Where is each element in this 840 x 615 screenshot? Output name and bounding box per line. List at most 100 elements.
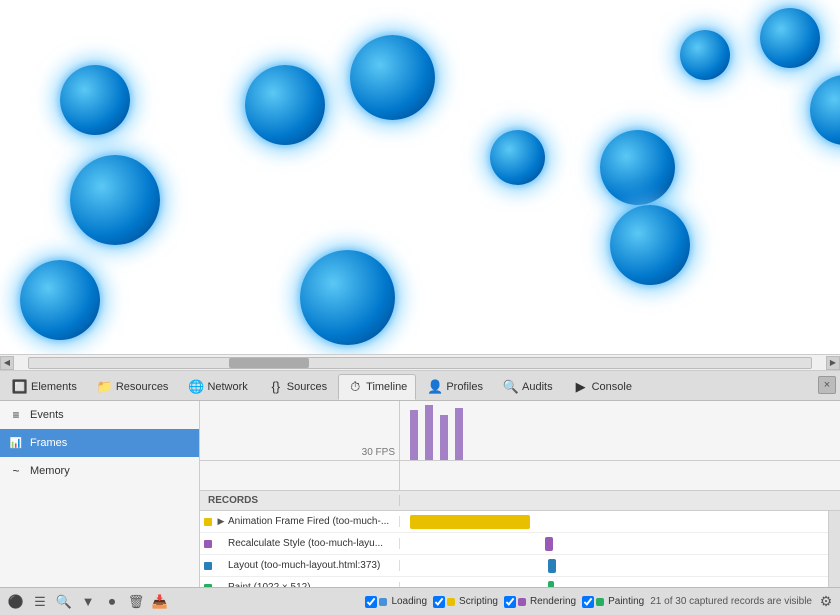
scrollbar-track[interactable] [28,357,812,369]
filter-color-painting [596,598,604,606]
records-header: RECORDS 214.000ms 216.000ms 215.000ms 21… [200,491,840,511]
records-list[interactable]: ▶Animation Frame Fired (too-much-... Reca… [200,511,828,587]
frames-fps-label: 30 FPS [200,401,400,460]
filter-rendering[interactable]: Rendering [504,596,576,608]
tab-audits-label: Audits [522,381,553,393]
record-timeline-area [400,533,828,554]
events-icon: ≡ [8,407,24,423]
filter-scripting[interactable]: Scripting [433,596,498,608]
sidebar-item-events[interactable]: ≡ Events [0,401,199,429]
sidebar-item-frames[interactable]: 📊 Frames [0,429,199,457]
trash-button[interactable]: 🗑 [125,591,147,613]
tab-resources-label: Resources [116,381,169,393]
filter-button[interactable]: ▼ [77,591,99,613]
bubble [70,155,160,245]
filter-color-rendering [518,598,526,606]
tab-sources[interactable]: {}Sources [259,374,336,400]
tab-audits[interactable]: 🔍Audits [494,374,562,400]
filter-label-scripting: Scripting [459,596,498,607]
record-row[interactable]: Paint (1022 × 512) [200,577,828,587]
sidebar-memory-label: Memory [30,465,70,477]
tab-timeline[interactable]: ⏱Timeline [338,374,416,400]
profiles-icon: 👤 [427,379,443,395]
sources-icon: {} [268,379,284,395]
filter-checkbox-loading[interactable] [365,596,377,608]
tab-elements-label: Elements [31,381,77,393]
devtools-close-button[interactable]: × [818,376,836,394]
record-bar [548,559,556,573]
timeline-icon: ⏱ [347,379,363,395]
record-row[interactable]: Recalculate Style (too-much-layu... [200,533,828,555]
bubble [600,130,675,205]
filter-section: Loading Scripting Rendering Painting [365,596,644,608]
resources-icon: 📁 [97,379,113,395]
filter-color-scripting [447,598,455,606]
records-status: 21 of 30 captured records are visible [650,596,812,607]
bottom-toolbar: ⚫ ☰ 🔍 ▼ ⏺ 🗑 📥 Loading Scripting Rendering P… [0,587,840,615]
horizontal-scrollbar[interactable]: ◀ ▶ [0,355,840,371]
tab-sources-label: Sources [287,381,327,393]
filter-painting[interactable]: Painting [582,596,644,608]
tab-elements[interactable]: 🔲Elements [3,374,86,400]
filter-checkbox-painting[interactable] [582,596,594,608]
record-timeline-area [400,555,828,576]
tab-resources[interactable]: 📁Resources [88,374,178,400]
record-expand-toggle[interactable]: ▶ [216,517,226,527]
record-expand-toggle [216,561,226,571]
filter-checkbox-scripting[interactable] [433,596,445,608]
elements-icon: 🔲 [12,379,28,395]
bubble [760,8,820,68]
console-icon: ▶ [573,379,589,395]
record-bar [545,537,553,551]
tab-console-label: Console [592,381,632,393]
bubble [300,250,395,345]
network-icon: 🌐 [188,379,204,395]
browser-viewport [0,0,840,355]
record-row[interactable]: ▶Animation Frame Fired (too-much-... [200,511,828,533]
record-name: Recalculate Style (too-much-layu... [228,538,383,549]
scrollbar-thumb[interactable] [229,358,309,368]
sidebar-item-memory[interactable]: ~ Memory [0,457,199,485]
frames-chart: 30 FPS [200,401,840,461]
import-button[interactable]: 📥 [149,591,171,613]
memory-left [200,461,400,490]
record-row[interactable]: Layout (too-much-layout.html:373) [200,555,828,577]
frame-bar [410,410,418,460]
filter-checkbox-rendering[interactable] [504,596,516,608]
left-sidebar: ≡ Events 📊 Frames ~ Memory [0,401,200,587]
clear-button[interactable]: ☰ [29,591,51,613]
sidebar-events-label: Events [30,409,64,421]
record-expand-toggle [216,539,226,549]
records-header-label: RECORDS [200,495,400,506]
bubble [810,75,840,145]
memory-line-area [400,461,840,490]
filter-label-rendering: Rendering [530,596,576,607]
frames-canvas [400,401,840,460]
settings-icon[interactable]: ⚙ [816,592,836,612]
scroll-left-arrow[interactable]: ◀ [0,356,14,370]
frame-bar [425,405,433,460]
bubble [680,30,730,80]
devtools-content: ≡ Events 📊 Frames ~ Memory 30 FPS [0,401,840,587]
scroll-right-arrow[interactable]: ▶ [826,356,840,370]
filter-loading[interactable]: Loading [365,596,427,608]
memory-area [200,461,840,491]
record-timeline-area [400,511,828,532]
records-section: 30 FPS RECORDS 214.000ms 216.000ms [200,401,840,587]
bubble [490,130,545,185]
filter-label-painting: Painting [608,596,644,607]
tab-network[interactable]: 🌐Network [179,374,256,400]
records-wrapper: ▶Animation Frame Fired (too-much-... Reca… [200,511,840,587]
search-button[interactable]: 🔍 [53,591,75,613]
record-stop[interactable]: ⏺ [101,591,123,613]
devtools-panel: 🔲Elements📁Resources🌐Network{}Sources⏱Tim… [0,371,840,615]
memory-baseline [400,473,840,474]
record-button[interactable]: ⚫ [5,591,27,613]
frame-bar [455,408,463,460]
records-scrollbar[interactable] [828,511,840,587]
tab-console[interactable]: ▶Console [564,374,641,400]
tab-profiles-label: Profiles [446,381,483,393]
audits-icon: 🔍 [503,379,519,395]
bubble [60,65,130,135]
tab-profiles[interactable]: 👤Profiles [418,374,492,400]
